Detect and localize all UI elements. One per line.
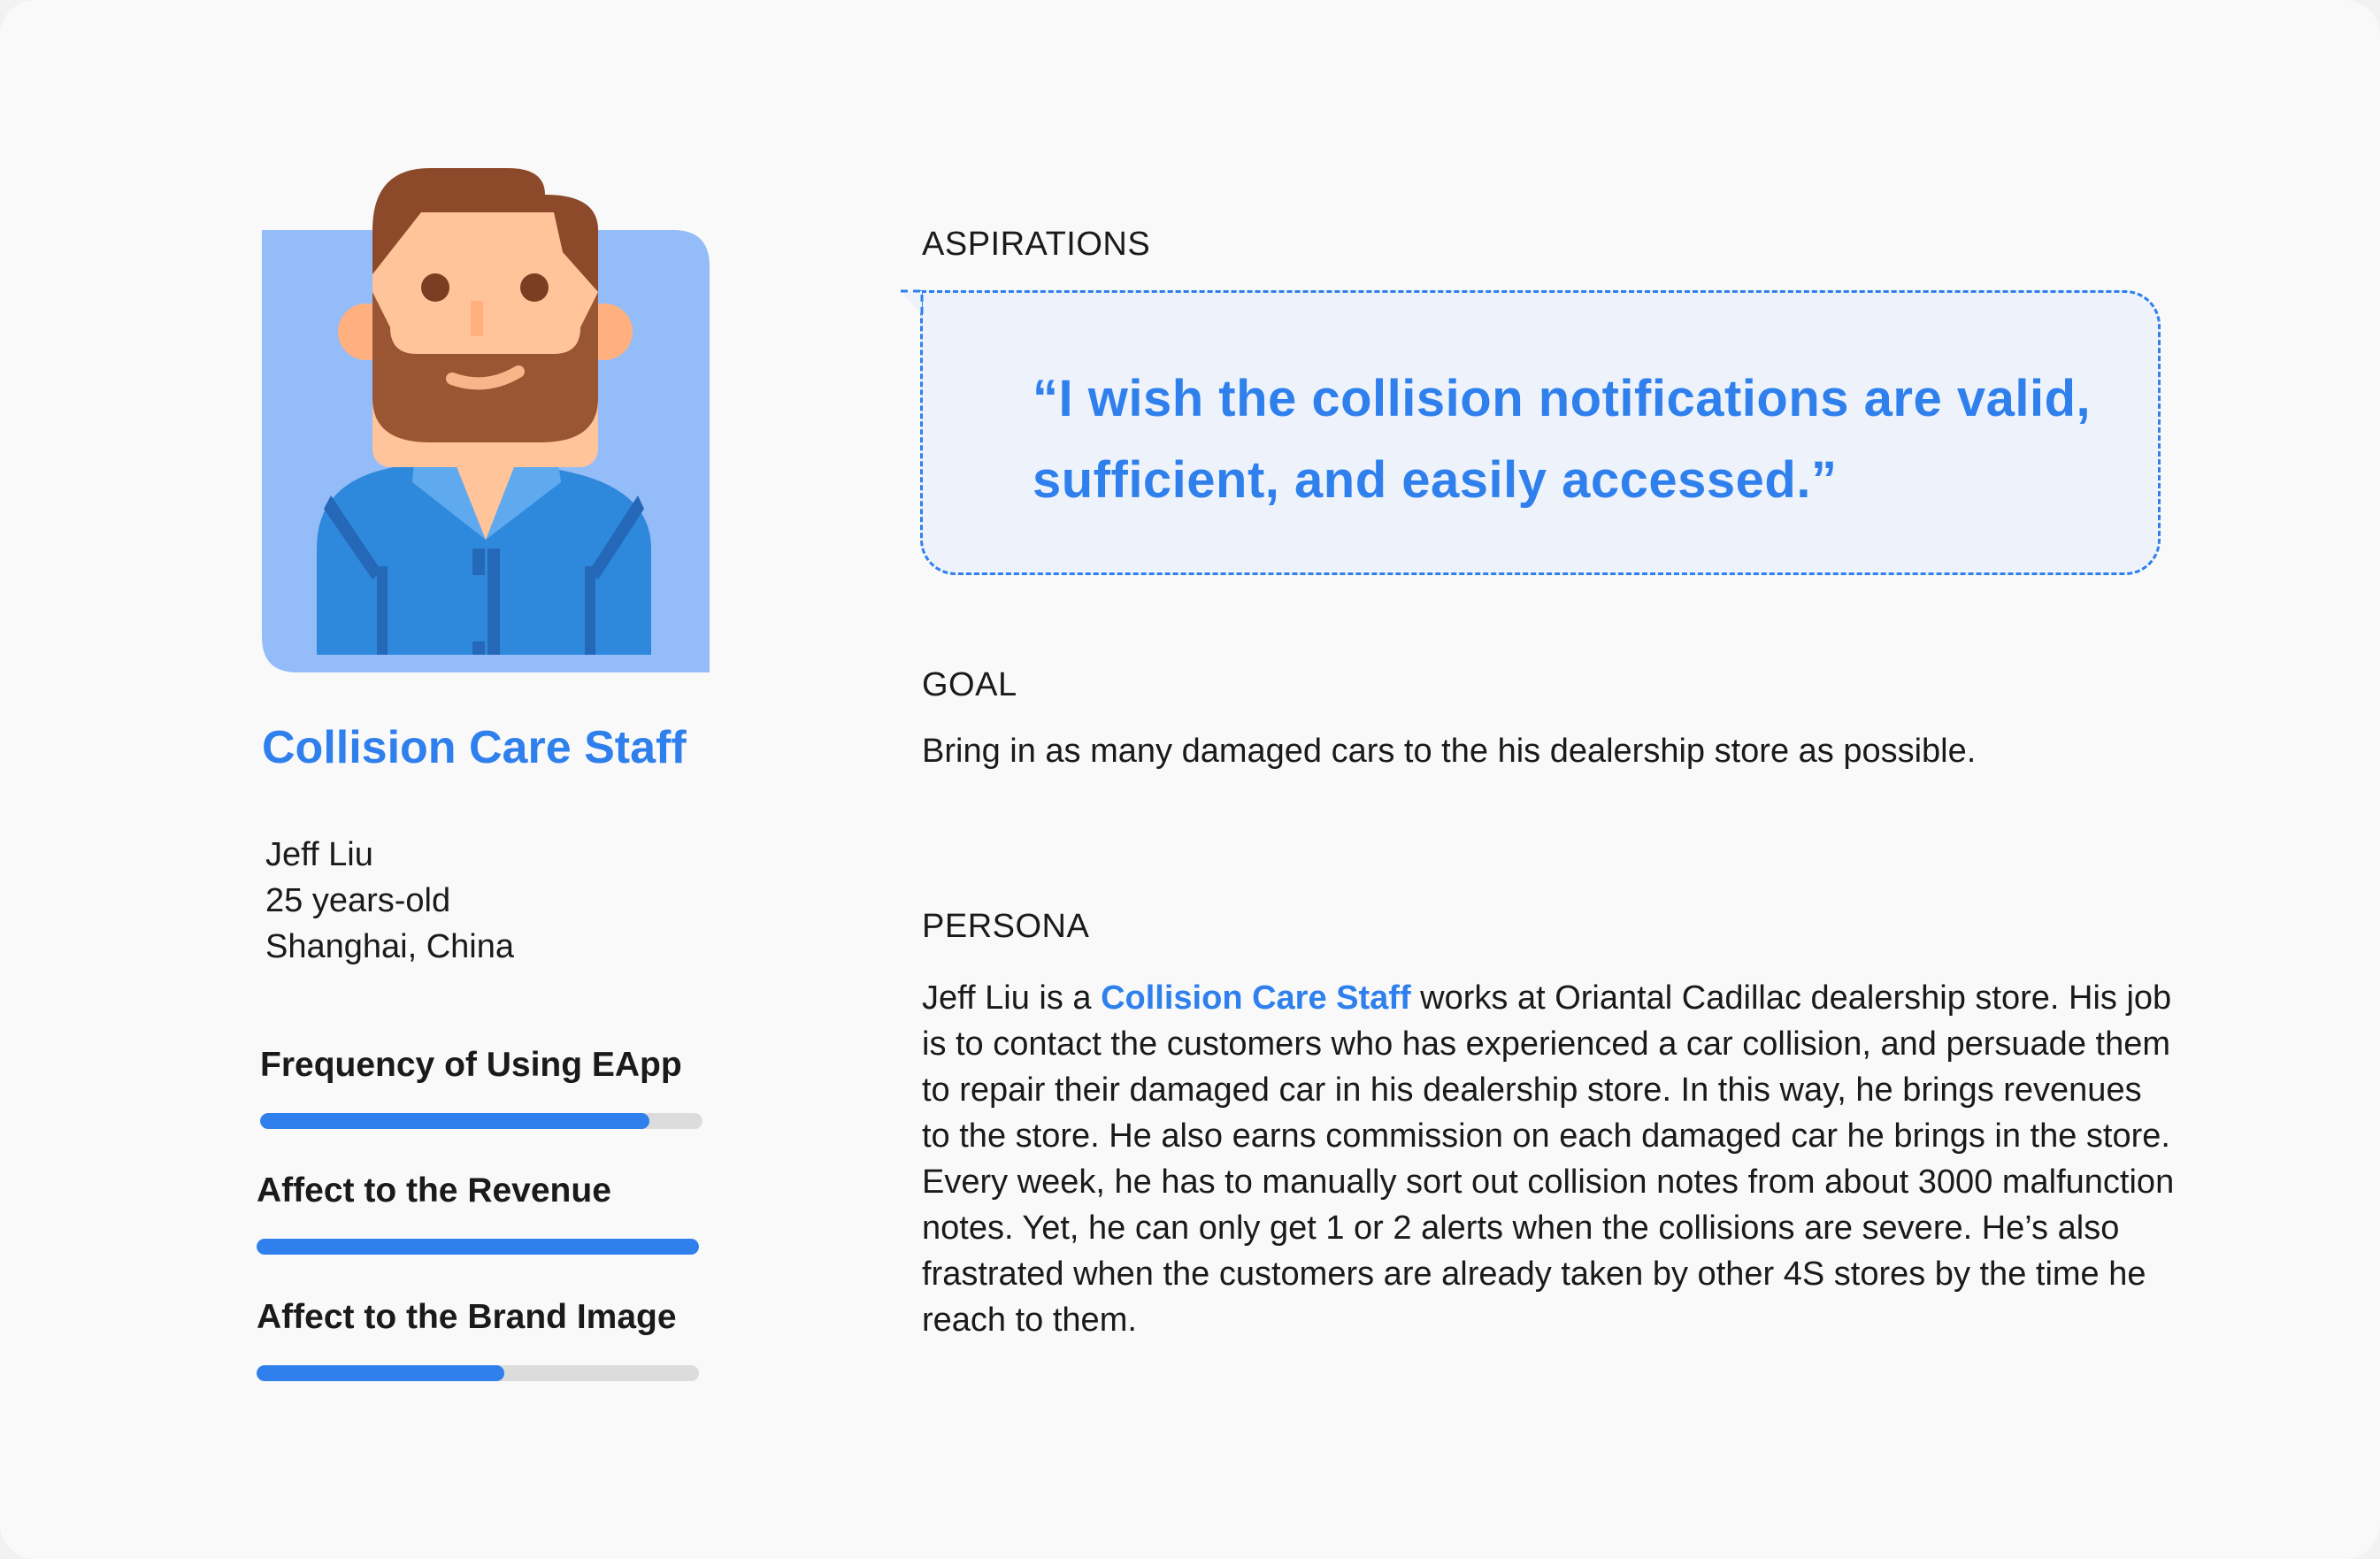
aspirations-heading: ASPIRATIONS [922,226,1151,263]
profile-age: 25 years-old [265,882,451,919]
profile-location: Shanghai, China [265,928,514,965]
persona-text-rest: works at Oriantal Cadillac dealership st… [922,979,2175,1339]
metric-bar-track [257,1239,699,1255]
persona-heading: PERSONA [922,908,1090,945]
metric-bar-fill [260,1113,649,1129]
metric-bar-track [257,1365,699,1381]
avatar [262,159,710,672]
metric-bar-fill [257,1239,699,1255]
metric-label: Frequency of Using EApp [260,1046,682,1084]
metric-bar-fill [257,1365,504,1381]
metric-bar-track [260,1113,702,1129]
metric-label: Affect to the Brand Image [257,1298,677,1336]
metric-frequency: Frequency of Using EApp [260,1044,702,1129]
persona-description: Jeff Liu is a Collision Care Staff works… [922,975,2178,1343]
aspiration-quote: “I wish the collision notifications are … [1033,370,2092,509]
persona-card: Collision Care Staff Jeff Liu 25 years-o… [0,0,2380,1559]
goal-text: Bring in as many damaged cars to the his… [922,733,1977,770]
persona-text-start: Jeff Liu is a [922,979,1102,1017]
metric-brand-image: Affect to the Brand Image [257,1296,699,1381]
profile-info: Jeff Liu 25 years-old Shanghai, China [265,832,514,970]
role-title: Collision Care Staff [262,722,687,773]
goal-heading: GOAL [922,666,1017,703]
metric-label: Affect to the Revenue [257,1171,611,1210]
bearded-man-avatar-icon [262,168,710,672]
speech-tail-icon [901,289,924,315]
metric-revenue: Affect to the Revenue [257,1170,699,1255]
profile-name: Jeff Liu [265,836,373,873]
persona-role-highlight: Collision Care Staff [1101,979,1411,1017]
